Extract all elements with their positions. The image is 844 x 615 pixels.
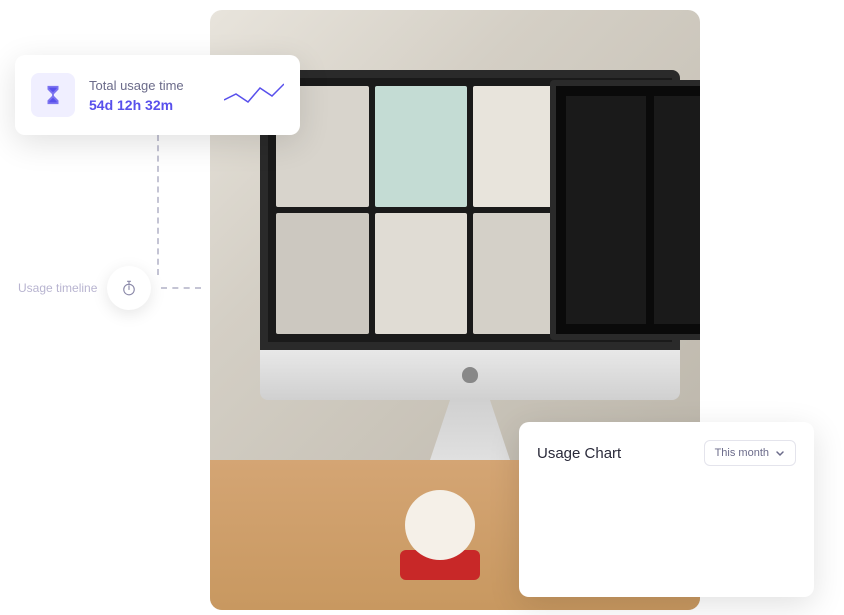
second-monitor	[550, 80, 700, 340]
timeline-label: Usage timeline	[18, 281, 97, 295]
usage-value: 54d 12h 32m	[89, 97, 210, 113]
usage-chart-card: Usage Chart This month	[519, 422, 814, 597]
cat-figurine	[400, 490, 480, 590]
timeline-badge: Usage timeline	[18, 266, 201, 310]
period-select[interactable]: This month	[704, 440, 796, 466]
usage-label: Total usage time	[89, 78, 210, 93]
chart-title: Usage Chart	[537, 445, 621, 462]
total-usage-card: Total usage time 54d 12h 32m	[15, 55, 300, 135]
connector-line	[157, 135, 159, 275]
bar-chart	[537, 486, 796, 581]
sparkline-chart	[224, 80, 284, 110]
hourglass-icon	[31, 73, 75, 117]
period-value: This month	[715, 447, 769, 459]
stopwatch-icon	[107, 266, 151, 310]
chevron-down-icon	[775, 448, 785, 458]
apple-logo-icon	[462, 367, 478, 383]
